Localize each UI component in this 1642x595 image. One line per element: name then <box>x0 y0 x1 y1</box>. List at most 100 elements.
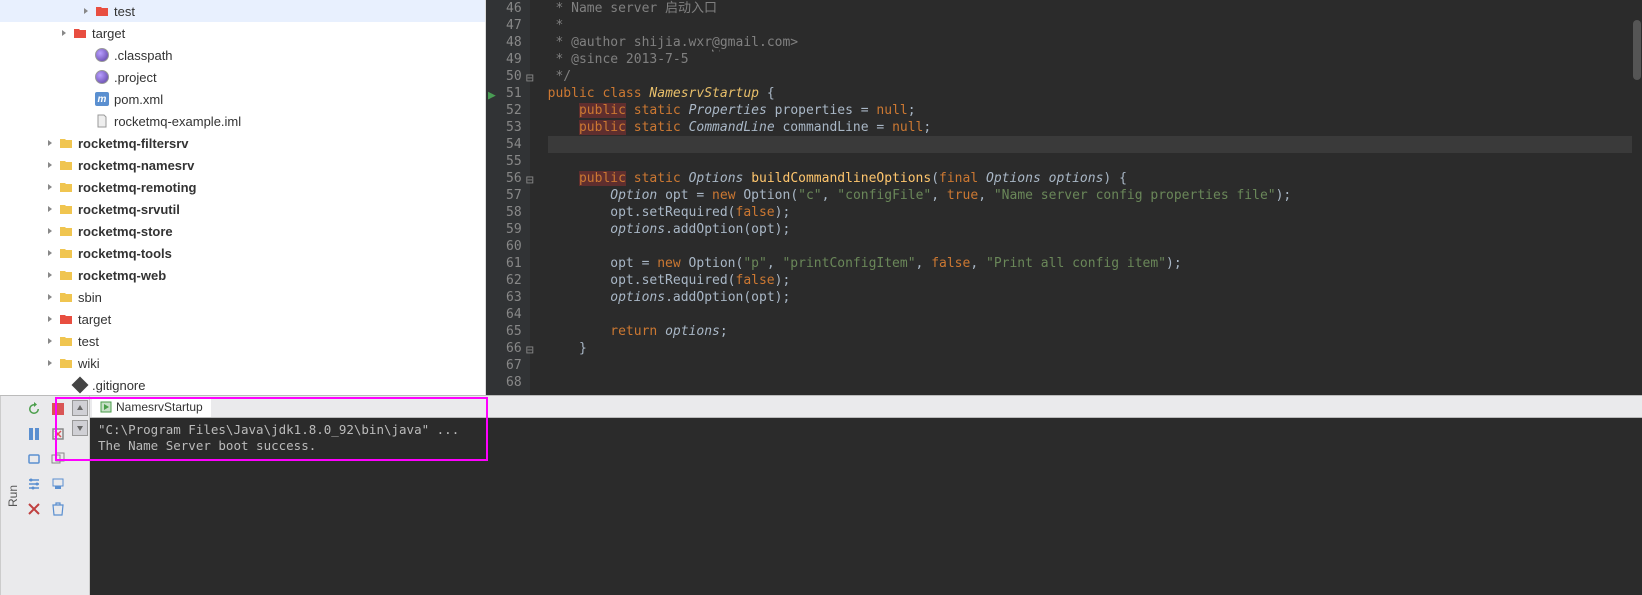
code-line: options.addOption(opt); <box>548 221 1642 238</box>
tree-item-sbin[interactable]: sbin <box>0 286 485 308</box>
tree-item--project[interactable]: .project <box>0 66 485 88</box>
tree-item-rocketmq-filtersrv[interactable]: rocketmq-filtersrv <box>0 132 485 154</box>
line-number: 59 <box>506 221 522 238</box>
tree-item-rocketmq-tools[interactable]: rocketmq-tools <box>0 242 485 264</box>
line-number: 58 <box>506 204 522 221</box>
code-line: options.addOption(opt); <box>548 289 1642 306</box>
expand-arrow-icon <box>80 49 92 61</box>
folder-yellow-icon <box>58 157 74 173</box>
scrollbar-thumb[interactable] <box>1633 20 1641 80</box>
tree-item-target[interactable]: target <box>0 22 485 44</box>
run-panel-label[interactable]: Run <box>0 396 22 595</box>
run-toolbar <box>22 396 70 595</box>
console-output[interactable]: "C:\Program Files\Java\jdk1.8.0_92\bin\j… <box>90 418 1642 595</box>
line-number: 68 <box>506 374 522 391</box>
editor-scrollbar[interactable] <box>1632 0 1642 395</box>
line-number: 60 <box>506 238 522 255</box>
tree-item--classpath[interactable]: .classpath <box>0 44 485 66</box>
fold-icon[interactable]: ⊟ <box>524 172 534 182</box>
pause-button[interactable] <box>22 421 46 446</box>
console-nav <box>70 396 90 595</box>
settings-button[interactable] <box>22 471 46 496</box>
tree-item-rocketmq-store[interactable]: rocketmq-store <box>0 220 485 242</box>
code-line: * Name server 启动入口 <box>548 0 1642 17</box>
line-number: 56⊟ <box>506 170 522 187</box>
file-icon <box>94 113 110 129</box>
scroll-down-button[interactable] <box>72 420 88 436</box>
pin-button[interactable] <box>46 471 70 496</box>
line-number: 62 <box>506 272 522 289</box>
expand-arrow-icon[interactable] <box>44 181 56 193</box>
expand-arrow-icon[interactable] <box>44 269 56 281</box>
maven-icon: m <box>94 91 110 107</box>
line-number: 52 <box>506 102 522 119</box>
expand-arrow-icon[interactable] <box>80 5 92 17</box>
tree-item-test[interactable]: test <box>0 330 485 352</box>
tree-item-wiki[interactable]: wiki <box>0 352 485 374</box>
expand-arrow-icon <box>80 115 92 127</box>
code-line: Option opt = new Option("c", "configFile… <box>548 187 1642 204</box>
expand-arrow-icon[interactable] <box>44 335 56 347</box>
line-number: 66⊟ <box>506 340 522 357</box>
close-button[interactable] <box>22 496 46 521</box>
tree-item-label: rocketmq-srvutil <box>78 202 180 217</box>
tree-item-label: test <box>78 334 99 349</box>
gitignore-icon <box>72 377 88 393</box>
code-line <box>548 238 1642 255</box>
tree-item-label: rocketmq-web <box>78 268 166 283</box>
tree-item-rocketmq-srvutil[interactable]: rocketmq-srvutil <box>0 198 485 220</box>
scroll-up-button[interactable] <box>72 400 88 416</box>
line-number: 54 <box>506 136 522 153</box>
tree-item-rocketmq-remoting[interactable]: rocketmq-remoting <box>0 176 485 198</box>
code-line: opt.setRequired(false); <box>548 272 1642 289</box>
code-line <box>548 136 1642 153</box>
code-line: * @author shijia.wxr@gmail.com> <box>548 34 1642 51</box>
stop-button[interactable] <box>46 396 70 421</box>
code-area[interactable]: * Name server 启动入口 * * @author shijia.wx… <box>530 0 1642 395</box>
dump-button[interactable] <box>22 446 46 471</box>
console-tab-bar: NamesrvStartup <box>90 396 1642 418</box>
line-number: 46 <box>506 0 522 17</box>
restore-button[interactable] <box>46 446 70 471</box>
line-number: 53 <box>506 119 522 136</box>
folder-yellow-icon <box>58 333 74 349</box>
expand-arrow-icon[interactable] <box>44 203 56 215</box>
tree-item-pom-xml[interactable]: mpom.xml <box>0 88 485 110</box>
run-panel: Run NamesrvStartup <box>0 395 1642 595</box>
expand-arrow-icon[interactable] <box>44 357 56 369</box>
folder-yellow-icon <box>58 179 74 195</box>
tree-item-test[interactable]: test <box>0 0 485 22</box>
exit-button[interactable] <box>46 421 70 446</box>
tree-item-rocketmq-web[interactable]: rocketmq-web <box>0 264 485 286</box>
fold-icon[interactable]: ⊟ <box>524 70 534 80</box>
console-line: "C:\Program Files\Java\jdk1.8.0_92\bin\j… <box>98 422 1634 438</box>
folder-red-icon <box>72 25 88 41</box>
tree-item-label: rocketmq-remoting <box>78 180 196 195</box>
code-line: opt.setRequired(false); <box>548 204 1642 221</box>
run-gutter-icon[interactable]: ▶ <box>488 87 496 104</box>
expand-arrow-icon[interactable] <box>44 313 56 325</box>
code-editor[interactable]: 4647484950⊟▶515253545556⊟575859606162636… <box>486 0 1642 395</box>
code-line: return options; <box>548 323 1642 340</box>
tree-item-rocketmq-example-iml[interactable]: rocketmq-example.iml <box>0 110 485 132</box>
console-line: The Name Server boot success. <box>98 438 1634 454</box>
rerun-button[interactable] <box>22 396 46 421</box>
tree-item--gitignore[interactable]: .gitignore <box>0 374 485 395</box>
console-tab-label: NamesrvStartup <box>116 400 203 414</box>
expand-arrow-icon[interactable] <box>44 159 56 171</box>
trash-button[interactable] <box>46 496 70 521</box>
expand-arrow-icon[interactable] <box>44 225 56 237</box>
expand-arrow-icon[interactable] <box>44 291 56 303</box>
code-line <box>548 374 1642 391</box>
fold-icon[interactable]: ⊟ <box>524 342 534 352</box>
tree-item-rocketmq-namesrv[interactable]: rocketmq-namesrv <box>0 154 485 176</box>
expand-arrow-icon[interactable] <box>44 137 56 149</box>
expand-arrow-icon[interactable] <box>44 247 56 259</box>
project-tree[interactable]: testtarget.classpath.projectmpom.xmlrock… <box>0 0 486 395</box>
line-number: 49 <box>506 51 522 68</box>
expand-arrow-icon[interactable] <box>58 27 70 39</box>
folder-yellow-icon <box>58 245 74 261</box>
tree-item-target[interactable]: target <box>0 308 485 330</box>
line-number: 65 <box>506 323 522 340</box>
console-tab[interactable]: NamesrvStartup <box>92 397 211 417</box>
